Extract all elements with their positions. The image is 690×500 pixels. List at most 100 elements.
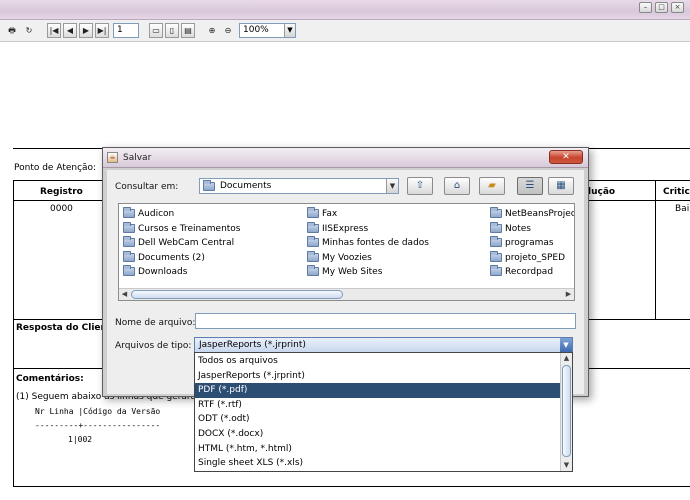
folder-icon [307, 265, 319, 276]
previous-page-icon[interactable]: ◀ [63, 23, 77, 38]
minimize-icon[interactable]: – [639, 2, 652, 13]
file-list[interactable]: Audicon Cursos e Treinamentos Dell WebCa… [118, 203, 575, 301]
list-item[interactable]: Dell WebCam Central [123, 236, 234, 249]
list-item[interactable]: My Web Sites [307, 265, 382, 278]
next-page-icon[interactable]: ▶ [79, 23, 93, 38]
lookin-combo[interactable]: Documents ▼ [199, 178, 399, 194]
lookin-value: Documents [220, 181, 272, 191]
zoom-select[interactable]: 100% ▼ [239, 23, 296, 38]
list-item[interactable]: programas [490, 236, 554, 249]
page-number-input[interactable]: 1 [113, 23, 139, 38]
scrollbar-thumb[interactable] [131, 290, 343, 299]
home-icon: ⌂ [453, 180, 461, 191]
chevron-down-icon[interactable]: ▼ [284, 24, 295, 37]
lookin-label: Consultar em: [115, 182, 179, 192]
folder-icon [307, 251, 319, 262]
details-view-button[interactable]: ▦ [548, 177, 574, 195]
folder-icon [307, 207, 319, 218]
chevron-down-icon[interactable]: ▼ [560, 338, 572, 352]
list-item[interactable]: My Voozies [307, 251, 372, 264]
list-item[interactable]: Notes [490, 222, 531, 235]
zoom-in-icon[interactable]: ⊕ [205, 23, 219, 38]
filetype-label: Arquivos de tipo: [115, 341, 192, 351]
list-item[interactable]: projeto_SPED [490, 251, 565, 264]
scroll-right-icon[interactable]: ▶ [563, 289, 574, 300]
filetype-option[interactable]: HTML (*.htm, *.html) [195, 442, 561, 457]
filetype-combo[interactable]: JasperReports (*.jrprint) ▼ [194, 337, 573, 353]
list-item[interactable]: Recordpad [490, 265, 553, 278]
filetype-option[interactable]: DOCX (*.docx) [195, 427, 561, 442]
comentarios-label: Comentários: [16, 374, 84, 384]
home-button[interactable]: ⌂ [444, 177, 470, 195]
folder-icon [307, 222, 319, 233]
window-controls: – □ × [639, 2, 684, 13]
first-page-icon[interactable]: |◀ [47, 23, 61, 38]
filetype-option[interactable]: JasperReports (*.jrprint) [195, 369, 561, 384]
dialog-title: Salvar [123, 153, 152, 163]
list-item[interactable]: Downloads [123, 265, 187, 278]
actual-size-icon[interactable]: ▭ [149, 23, 163, 38]
filetype-dropdown-list[interactable]: Todos os arquivos JasperReports (*.jrpri… [194, 352, 573, 472]
report-viewer-toolbar: 🖶 ↻ |◀ ◀ ▶ ▶| 1 ▭ ▯ ▤ ⊕ ⊖ 100% ▼ [0, 20, 690, 42]
col-critic: Critic [663, 187, 690, 197]
list-item[interactable]: Minhas fontes de dados [307, 236, 429, 249]
list-view-button[interactable]: ☰ [517, 177, 543, 195]
list-item[interactable]: IISExpress [307, 222, 368, 235]
fit-page-icon[interactable]: ▯ [165, 23, 179, 38]
close-window-icon[interactable]: × [671, 2, 684, 13]
mono-header: Nr Linha |Código da Versão [35, 407, 161, 416]
filetype-option[interactable]: Single sheet XLS (*.xls) [195, 456, 561, 471]
scroll-left-icon[interactable]: ◀ [119, 289, 130, 300]
maximize-icon[interactable]: □ [655, 2, 668, 13]
last-page-icon[interactable]: ▶| [95, 23, 109, 38]
zoom-out-icon[interactable]: ⊖ [221, 23, 235, 38]
filetype-option[interactable]: RTF (*.rtf) [195, 398, 561, 413]
scroll-down-icon[interactable]: ▼ [561, 460, 572, 471]
critic-value: Bai [675, 204, 690, 214]
mono-row: 1|002 [68, 435, 93, 444]
print-icon[interactable]: 🖶 [4, 23, 20, 38]
folder-icon [490, 207, 502, 218]
list-item[interactable]: Fax [307, 207, 337, 220]
vertical-scrollbar[interactable]: ▲ ▼ [560, 353, 572, 471]
dialog-titlebar: ☕ Salvar ✕ [103, 148, 588, 168]
folder-icon [203, 180, 215, 191]
list-item[interactable]: Audicon [123, 207, 174, 220]
filename-input[interactable] [195, 313, 576, 329]
list-view-icon: ☰ [525, 180, 535, 191]
filetype-option[interactable]: Todos os arquivos [195, 354, 561, 369]
new-folder-button[interactable]: ▰ [479, 177, 505, 195]
scrollbar-thumb[interactable] [562, 365, 571, 457]
report-rule [13, 180, 14, 487]
java-cup-icon: ☕ [107, 152, 118, 163]
filename-label: Nome de arquivo: [115, 318, 196, 328]
window-titlebar: – □ × [0, 0, 690, 20]
chevron-down-icon[interactable]: ▼ [386, 179, 398, 193]
folder-icon [123, 236, 135, 247]
new-folder-icon: ▰ [488, 180, 496, 191]
list-item[interactable]: Cursos e Treinamentos [123, 222, 241, 235]
col-registro: Registro [40, 187, 83, 197]
details-view-icon: ▦ [556, 180, 566, 191]
folder-icon [307, 236, 319, 247]
horizontal-scrollbar[interactable]: ◀ ▶ [119, 288, 574, 300]
dialog-close-button[interactable]: ✕ [549, 150, 583, 164]
up-folder-button[interactable]: ⇧ [407, 177, 433, 195]
reload-icon[interactable]: ↻ [22, 23, 36, 38]
list-item[interactable]: Documents (2) [123, 251, 205, 264]
fit-width-icon[interactable]: ▤ [181, 23, 195, 38]
report-rule [655, 180, 656, 320]
list-item[interactable]: NetBeansProjects [490, 207, 574, 220]
filetype-option-selected[interactable]: PDF (*.pdf) [195, 383, 561, 398]
ponto-label: Ponto de Atenção: [14, 163, 97, 173]
scroll-up-icon[interactable]: ▲ [561, 353, 572, 364]
folder-icon [123, 251, 135, 262]
registro-value: 0000 [50, 204, 73, 214]
folder-icon [490, 251, 502, 262]
filetype-option[interactable]: ODT (*.odt) [195, 412, 561, 427]
report-rule [13, 486, 690, 487]
zoom-value: 100% [243, 25, 269, 35]
mono-separator: ---------+---------------- [35, 421, 161, 430]
folder-icon [123, 222, 135, 233]
resposta-label: Resposta do Clien [16, 323, 107, 333]
